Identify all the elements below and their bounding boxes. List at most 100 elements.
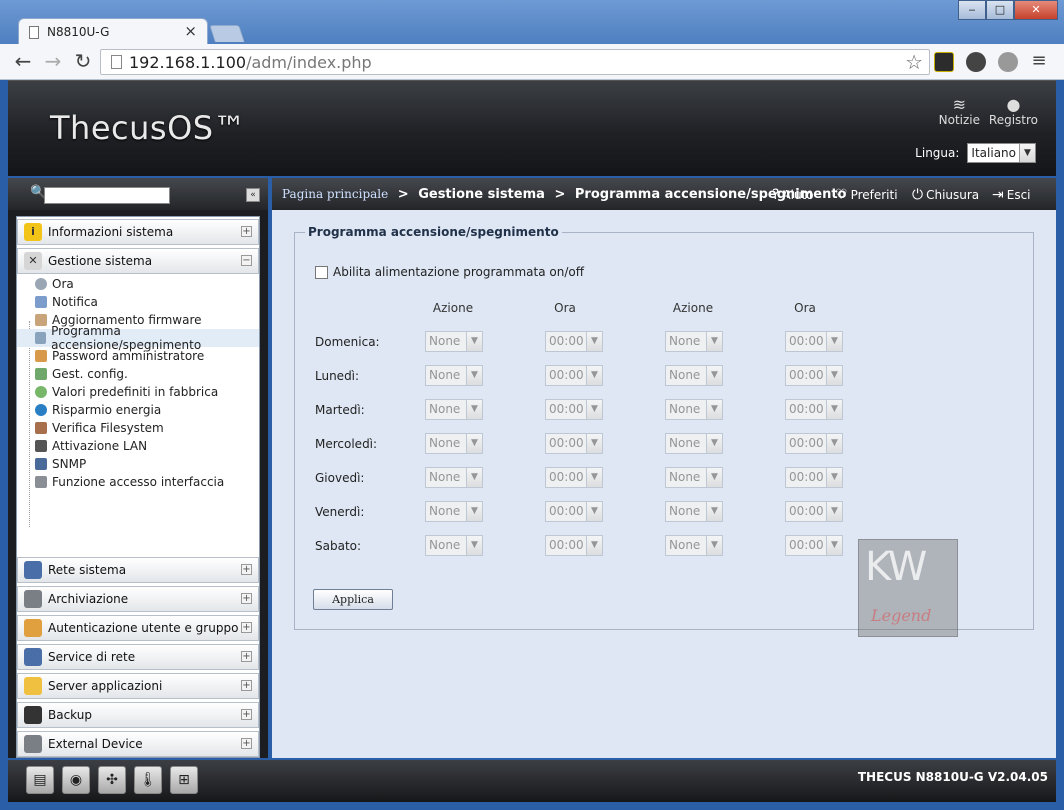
category-external-device[interactable]: External Device + (17, 731, 259, 757)
extension-pocket-icon[interactable] (998, 52, 1018, 72)
action-select[interactable]: None ▼ (665, 501, 723, 522)
aiuto-button[interactable]: ? Aiuto (772, 187, 814, 203)
action-select[interactable]: None ▼ (425, 501, 483, 522)
time-select[interactable]: 00:00 ▼ (785, 399, 843, 420)
close-tab-icon[interactable]: × (184, 22, 197, 40)
time-select[interactable]: 00:00 ▼ (785, 433, 843, 454)
expand-icon[interactable]: + (241, 593, 252, 604)
action-select[interactable]: None ▼ (665, 331, 723, 352)
expand-icon[interactable]: + (241, 680, 252, 691)
sidebar-item-ora[interactable]: Ora (17, 275, 259, 293)
sidebar-item-risparmio-energia[interactable]: Risparmio energia (17, 401, 259, 419)
category-backup[interactable]: Backup + (17, 702, 259, 728)
time-select[interactable]: 00:00 ▼ (545, 501, 603, 522)
category-server-applicazioni[interactable]: Server applicazioni + (17, 673, 259, 699)
expand-icon[interactable]: + (241, 738, 252, 749)
search-input[interactable] (44, 187, 170, 204)
reload-icon[interactable]: ↻ (70, 49, 96, 75)
time-select[interactable]: 00:00 ▼ (785, 467, 843, 488)
minimize-button[interactable]: ‒ (958, 0, 986, 20)
time-select[interactable]: 00:00 ▼ (545, 433, 603, 454)
time-select[interactable]: 00:00 ▼ (545, 331, 603, 352)
language-select[interactable]: Italiano ▼ (967, 143, 1036, 163)
network-topology-icon[interactable]: ⊞ (170, 766, 198, 794)
action-select[interactable]: None ▼ (425, 535, 483, 556)
expand-icon[interactable]: + (241, 651, 252, 662)
server-status-icon[interactable]: ▤ (26, 766, 54, 794)
time-select[interactable]: 00:00 ▼ (545, 535, 603, 556)
expand-icon[interactable]: + (241, 622, 252, 633)
enable-schedule-label: Abilita alimentazione programmata on/off (333, 265, 584, 279)
enable-schedule-checkbox[interactable] (315, 265, 328, 279)
chevron-down-icon: ▼ (706, 502, 722, 521)
temperature-icon[interactable]: 🌡 (134, 766, 162, 794)
action-select[interactable]: None ▼ (425, 467, 483, 488)
time-select[interactable]: 00:00 ▼ (785, 331, 843, 352)
category-rete-sistema[interactable]: Rete sistema + (17, 557, 259, 583)
collapse-icon[interactable]: − (241, 255, 252, 266)
window-close-button[interactable]: ✕ (1014, 0, 1058, 20)
expand-icon[interactable]: + (241, 226, 252, 237)
browser-titlebar: N8810U-G × ‒ □ ✕ (0, 0, 1064, 45)
day-label: Giovedì: (315, 471, 365, 485)
time-select[interactable]: 00:00 ▼ (545, 365, 603, 386)
menu-icon[interactable]: ≡ (1026, 49, 1052, 75)
sidebar-item-snmp[interactable]: SNMP (17, 455, 259, 473)
esci-button[interactable]: ⇥ Esci (992, 187, 1031, 203)
sidebar-item-verifica-filesystem[interactable]: Verifica Filesystem (17, 419, 259, 437)
action-select[interactable]: None ▼ (425, 365, 483, 386)
notizie-button[interactable]: ≋ Notizie (939, 95, 980, 127)
forward-arrow-icon[interactable]: → (40, 49, 66, 75)
category-gestione-sistema[interactable]: ✕ Gestione sistema − (17, 248, 259, 274)
sidebar-item-programma-accensione[interactable]: Programma accensione/spegnimento (17, 324, 259, 352)
sidebar-item-attivazione-lan[interactable]: Attivazione LAN (17, 437, 259, 455)
chiusura-button[interactable]: ⏻ Chiusura (912, 187, 979, 203)
time-select[interactable]: 00:00 ▼ (785, 365, 843, 386)
expand-icon[interactable]: + (241, 564, 252, 575)
extension-check-icon[interactable] (934, 52, 954, 72)
col-header-azione: Azione (672, 301, 714, 315)
address-bar[interactable]: 192.168.1.100/adm/index.php ☆ (100, 49, 930, 75)
action-select[interactable]: None ▼ (665, 467, 723, 488)
extension-off-icon[interactable] (966, 52, 986, 72)
category-informazioni-sistema[interactable]: i Informazioni sistema + (17, 219, 259, 245)
time-select[interactable]: 00:00 ▼ (545, 399, 603, 420)
sidebar: 🔍 « i Informazioni sistema + ✕ Gestione … (8, 178, 268, 758)
time-select[interactable]: 00:00 ▼ (785, 501, 843, 522)
bookmark-star-icon[interactable]: ☆ (905, 50, 923, 74)
disk-icon[interactable]: ◉ (62, 766, 90, 794)
collapse-sidebar-button[interactable]: « (246, 188, 260, 202)
footer-bar: ▤ ◉ ✣ 🌡 ⊞ THECUS N8810U-G V2.04.05 (8, 760, 1056, 802)
main-content: Pagina principale > Gestione sistema > P… (272, 178, 1056, 758)
action-select[interactable]: None ▼ (665, 535, 723, 556)
breadcrumb-home-link[interactable]: Pagina principale (282, 187, 388, 201)
sidebar-item-gest-config[interactable]: Gest. config. (17, 365, 259, 383)
new-tab-button[interactable] (209, 25, 245, 42)
action-select[interactable]: None ▼ (425, 331, 483, 352)
exit-icon: ⇥ (992, 187, 1004, 203)
sidebar-item-valori-predefiniti[interactable]: Valori predefiniti in fabbrica (17, 383, 259, 401)
registro-button[interactable]: ● Registro (989, 95, 1038, 127)
action-select[interactable]: None ▼ (425, 433, 483, 454)
fan-icon[interactable]: ✣ (98, 766, 126, 794)
time-select[interactable]: 00:00 ▼ (545, 467, 603, 488)
category-service-di-rete[interactable]: Service di rete + (17, 644, 259, 670)
browser-tab[interactable]: N8810U-G × (18, 18, 208, 45)
category-autenticazione[interactable]: Autenticazione utente e gruppo + (17, 615, 259, 641)
preferiti-button[interactable]: ♡ Preferiti (835, 187, 898, 203)
action-select[interactable]: None ▼ (665, 399, 723, 420)
action-select[interactable]: None ▼ (425, 399, 483, 420)
expand-icon[interactable]: + (241, 709, 252, 720)
sidebar-item-notifica[interactable]: Notifica (17, 293, 259, 311)
time-select[interactable]: 00:00 ▼ (785, 535, 843, 556)
back-arrow-icon[interactable]: ← (10, 49, 36, 75)
sidebar-item-funzione-accesso[interactable]: Funzione accesso interfaccia (17, 473, 259, 491)
maximize-button[interactable]: □ (986, 0, 1014, 20)
apply-button[interactable]: Applica (313, 589, 393, 610)
category-archiviazione[interactable]: Archiviazione + (17, 586, 259, 612)
chevron-down-icon: ▼ (586, 502, 602, 521)
help-icon: ? (772, 187, 780, 203)
sidebar-item-password-amministratore[interactable]: Password amministratore (17, 347, 259, 365)
action-select[interactable]: None ▼ (665, 433, 723, 454)
action-select[interactable]: None ▼ (665, 365, 723, 386)
